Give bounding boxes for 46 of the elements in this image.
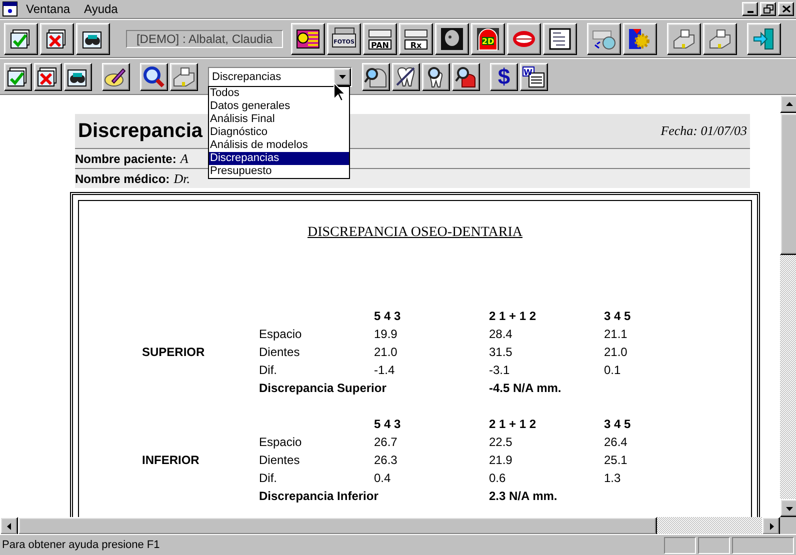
table-cell-text: Espacio (259, 327, 303, 341)
dental-arch-icon: 2D (476, 27, 500, 51)
field-label: Nombre paciente: (75, 152, 176, 166)
table-cell-text: 25.1 (604, 453, 628, 467)
status-text: Para obtener ayuda presione F1 (2, 539, 161, 551)
table-cell-text: 3 4 5 (604, 309, 632, 323)
table-cell-text: SUPERIOR (142, 345, 206, 359)
field-value: Dr. (174, 170, 190, 186)
date-text: Fecha: 01/07/03 (660, 123, 747, 139)
table-cell-text: Discrepancia Superior (259, 381, 388, 395)
report-heading: Discrepancia (78, 120, 203, 142)
table-cell-text: 0.6 (489, 471, 507, 485)
table-cell-text: INFERIOR (142, 453, 200, 467)
table-cell-text: 1.3 (604, 471, 622, 485)
patient-field: [DEMO] : Albalat, Claudia (126, 30, 283, 48)
table-cell-text: Dif. (259, 471, 278, 485)
table-cell-text: 21.0 (374, 345, 398, 359)
table-cell-text: 19.9 (374, 327, 398, 341)
table-cell-text: 22.5 (489, 435, 514, 449)
table-cell-text: 26.4 (604, 435, 628, 449)
table-cell-text: 21.0 (604, 345, 628, 359)
table-cell-text: 5 4 3 (374, 309, 402, 323)
table-cell-text: Espacio (259, 435, 303, 449)
table-cell-text: -1.4 (374, 363, 396, 377)
table-cell-text: 26.7 (374, 435, 398, 449)
table-cell-text: 21.9 (489, 453, 514, 467)
table-cell-text: 28.4 (489, 327, 514, 341)
table-cell-text: 2 1 + 1 2 (489, 417, 538, 431)
field-label: Nombre médico: (75, 172, 170, 186)
table-cell-text: 21.1 (604, 327, 628, 341)
table-cell-text: 2 1 + 1 2 (489, 309, 538, 323)
table-cell-text: 0.1 (604, 363, 622, 377)
table-cell-text: -4.5 N/A mm. (489, 381, 562, 395)
table-cell-text: 2.3 N/A mm. (489, 489, 558, 503)
table-cell-text: Dientes (259, 453, 301, 467)
table-cell-text: 3 4 5 (604, 417, 632, 431)
table-cell-text: Dif. (259, 363, 278, 377)
table-cell-text: 26.3 (374, 453, 398, 467)
table-cell-text: -3.1 (489, 363, 511, 377)
table-cell-text: Discrepancia Inferior (259, 489, 380, 503)
table-cell-text: 31.5 (489, 345, 514, 359)
table-cell-text: Dientes (259, 345, 301, 359)
table-cell-text: 0.4 (374, 471, 392, 485)
table-cell-text: 5 4 3 (374, 417, 402, 431)
report-title: DISCREPANCIA OSEO-DENTARIA (306, 225, 524, 241)
field-value: A (180, 150, 188, 166)
